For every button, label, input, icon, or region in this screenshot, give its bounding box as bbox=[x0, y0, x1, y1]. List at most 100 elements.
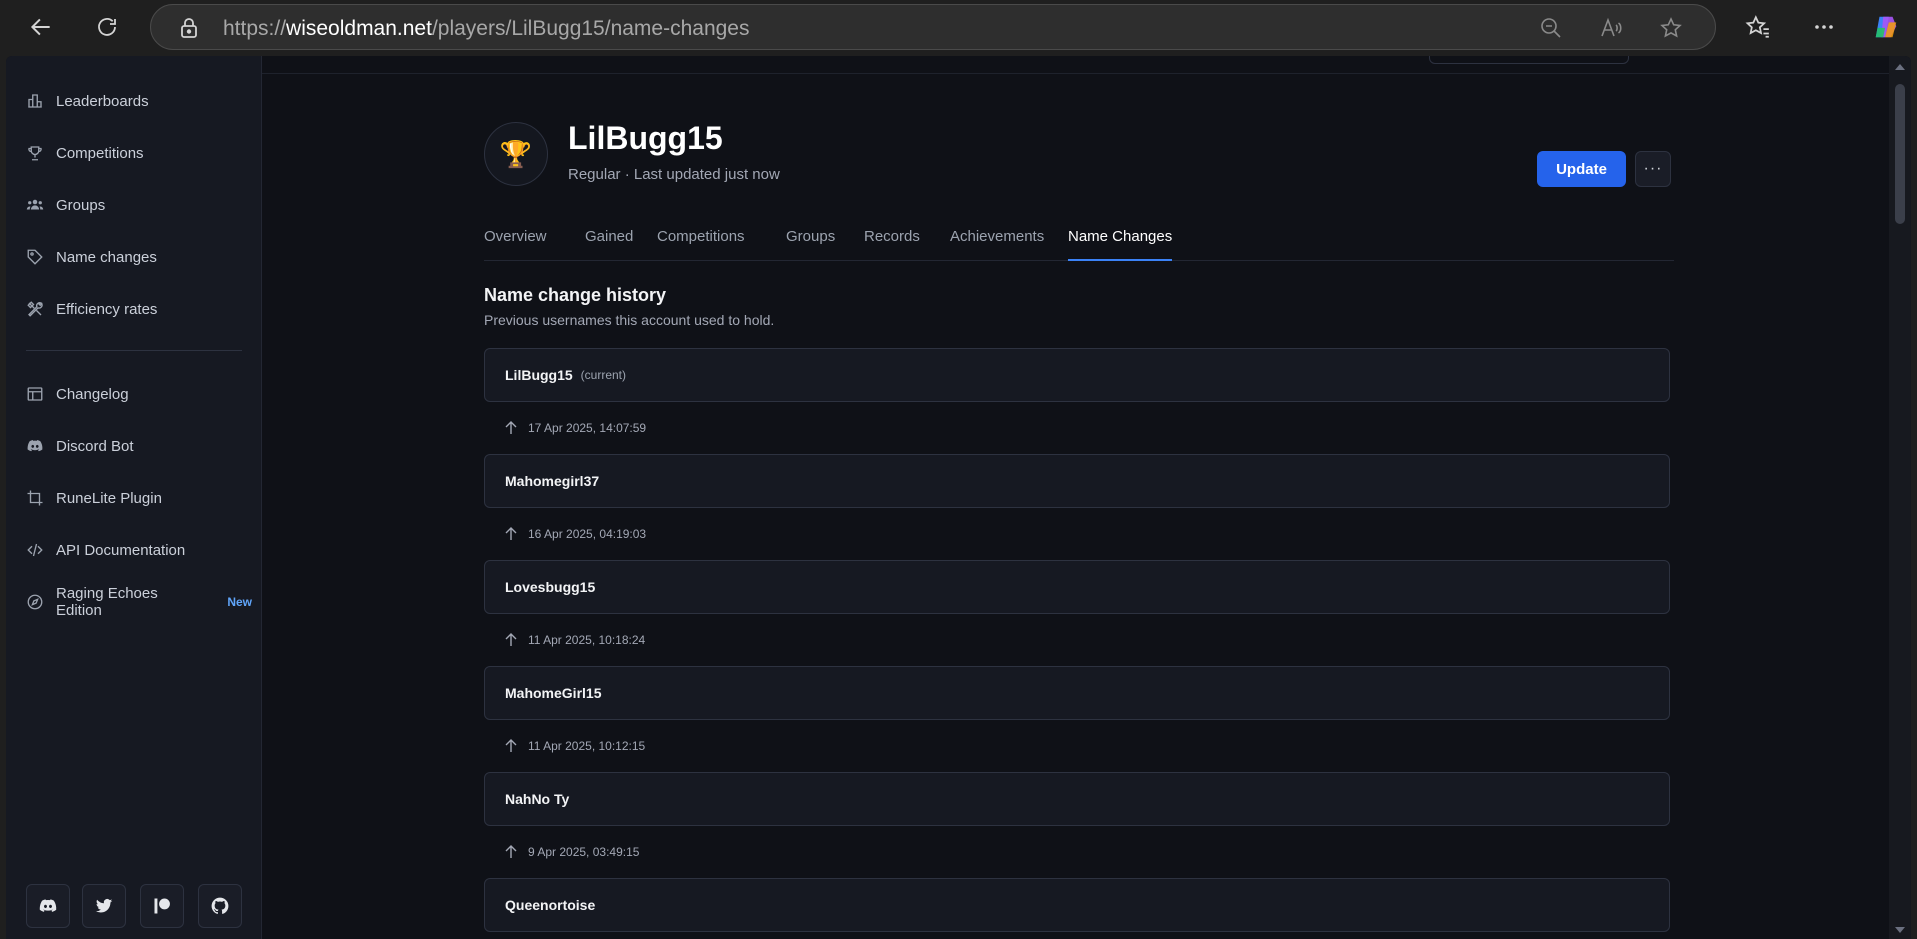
sidebar-item-label: Competitions bbox=[56, 144, 144, 162]
sidebar-item-raging-echoes-edition[interactable]: Raging Echoes Edition New bbox=[26, 585, 252, 619]
scroll-down-arrow-icon[interactable] bbox=[1889, 923, 1911, 937]
sidebar-item-label: API Documentation bbox=[56, 541, 186, 559]
sidebar-item-efficiency-rates[interactable]: Efficiency rates bbox=[26, 294, 252, 324]
username: NahNo Ty bbox=[505, 791, 570, 807]
more-options-icon[interactable] bbox=[1810, 13, 1838, 41]
sidebar-item-label: Changelog bbox=[56, 385, 129, 403]
update-button[interactable]: Update bbox=[1537, 151, 1626, 187]
top-header-strip bbox=[262, 56, 1911, 74]
sidebar-item-label: RuneLite Plugin bbox=[56, 489, 162, 507]
tag-icon bbox=[27, 249, 43, 265]
copilot-icon[interactable] bbox=[1872, 13, 1900, 41]
username: Lovesbugg15 bbox=[505, 579, 596, 595]
sidebar-item-label: Name changes bbox=[56, 248, 157, 266]
name-history-item: Queenortoise bbox=[484, 878, 1670, 932]
back-button[interactable] bbox=[24, 10, 58, 44]
discord-link[interactable] bbox=[26, 884, 70, 928]
sidebar-item-label: Raging Echoes Edition bbox=[56, 585, 158, 619]
tools-icon bbox=[27, 301, 43, 317]
name-history-item: Mahomegirl37 bbox=[484, 454, 1670, 508]
arrow-up-icon bbox=[505, 739, 517, 752]
name-history-item: NahNo Ty bbox=[484, 772, 1670, 826]
sidebar-item-changelog[interactable]: Changelog bbox=[26, 379, 252, 409]
arrow-up-icon bbox=[505, 633, 517, 646]
arrow-up-icon bbox=[505, 421, 517, 434]
profile-tabs: Overview Gained Competitions Groups Reco… bbox=[484, 228, 1674, 261]
arrow-up-icon bbox=[505, 527, 517, 540]
twitter-link[interactable] bbox=[82, 884, 126, 928]
scrollbar-thumb[interactable] bbox=[1895, 84, 1905, 224]
sidebar-item-leaderboards[interactable]: Leaderboards bbox=[26, 86, 252, 116]
current-tag: (current) bbox=[580, 368, 627, 382]
reload-icon bbox=[98, 18, 116, 36]
sidebar-item-competitions[interactable]: Competitions bbox=[26, 138, 252, 168]
scroll-up-arrow-icon[interactable] bbox=[1889, 60, 1911, 74]
favorite-star-icon[interactable] bbox=[1659, 16, 1683, 40]
twitter-icon bbox=[95, 898, 113, 913]
username: MahomeGirl15 bbox=[505, 685, 602, 701]
search-box-edge[interactable] bbox=[1429, 56, 1629, 64]
arrow-up-icon bbox=[505, 845, 517, 858]
sidebar-divider bbox=[26, 350, 242, 351]
section-title: Name change history bbox=[484, 285, 667, 305]
name-change-date: 11 Apr 2025, 10:12:15 bbox=[504, 736, 645, 756]
patreon-icon bbox=[154, 898, 170, 914]
browser-chrome: https://wiseoldman.net/players/LilBugg15… bbox=[0, 0, 1917, 54]
discord-icon bbox=[39, 899, 57, 912]
sidebar-item-label: Leaderboards bbox=[56, 92, 149, 110]
sidebar-item-name-changes[interactable]: Name changes bbox=[26, 242, 252, 272]
code-icon bbox=[27, 543, 43, 557]
name-history-item: Lovesbugg15 bbox=[484, 560, 1670, 614]
patreon-link[interactable] bbox=[140, 884, 184, 928]
sidebar: Leaderboards Competitions Groups Name ch… bbox=[6, 56, 262, 939]
more-actions-button[interactable]: ··· bbox=[1635, 151, 1671, 187]
discord-icon bbox=[27, 440, 43, 452]
name-change-date: 17 Apr 2025, 14:07:59 bbox=[504, 418, 646, 438]
new-badge: New bbox=[227, 595, 252, 609]
address-bar[interactable]: https://wiseoldman.net/players/LilBugg15… bbox=[150, 4, 1716, 50]
trophy-icon: 🏆 bbox=[499, 138, 533, 169]
name-change-date: 9 Apr 2025, 03:49:15 bbox=[504, 842, 639, 862]
player-name: LilBugg15 bbox=[568, 120, 723, 156]
reload-button[interactable] bbox=[90, 10, 124, 44]
name-history-item: MahomeGirl15 bbox=[484, 666, 1670, 720]
name-change-date: 11 Apr 2025, 10:18:24 bbox=[504, 630, 645, 650]
sidebar-item-label: Groups bbox=[56, 196, 106, 214]
username: Mahomegirl37 bbox=[505, 473, 600, 489]
tab-achievements[interactable]: Achievements bbox=[950, 228, 1044, 261]
github-link[interactable] bbox=[198, 884, 242, 928]
tab-name-changes[interactable]: Name Changes bbox=[1068, 228, 1173, 261]
zoom-out-icon[interactable] bbox=[1539, 16, 1563, 40]
trophy-icon bbox=[28, 146, 42, 161]
crop-icon bbox=[27, 490, 43, 506]
tab-records[interactable]: Records bbox=[864, 228, 920, 261]
tab-competitions[interactable]: Competitions bbox=[657, 228, 745, 261]
name-history-item: LilBugg15 (current) bbox=[484, 348, 1670, 402]
sidebar-item-label: Efficiency rates bbox=[56, 300, 158, 318]
player-avatar: 🏆 bbox=[484, 122, 548, 186]
sidebar-item-discord-bot[interactable]: Discord Bot bbox=[26, 431, 252, 461]
users-icon bbox=[26, 199, 44, 210]
arrow-left-icon bbox=[30, 18, 50, 36]
tab-overview[interactable]: Overview bbox=[484, 228, 547, 261]
name-change-date: 16 Apr 2025, 04:19:03 bbox=[504, 524, 646, 544]
page-viewport: Leaderboards Competitions Groups Name ch… bbox=[6, 56, 1911, 939]
bar-chart-icon bbox=[28, 94, 42, 108]
ellipsis-icon: ··· bbox=[1643, 160, 1663, 177]
tab-gained[interactable]: Gained bbox=[585, 228, 633, 261]
player-subtitle: Regular · Last updated just now bbox=[568, 166, 780, 183]
sidebar-item-api-documentation[interactable]: API Documentation bbox=[26, 535, 252, 565]
sidebar-item-runelite-plugin[interactable]: RuneLite Plugin bbox=[26, 483, 252, 513]
tab-groups[interactable]: Groups bbox=[786, 228, 835, 261]
username: LilBugg15 bbox=[505, 367, 573, 383]
compass-icon bbox=[27, 594, 43, 610]
username: Queenortoise bbox=[505, 897, 596, 913]
layout-icon bbox=[27, 387, 43, 401]
scrollbar[interactable] bbox=[1889, 56, 1911, 939]
sidebar-item-label: Discord Bot bbox=[56, 437, 134, 455]
section-subtitle: Previous usernames this account used to … bbox=[484, 312, 775, 328]
sidebar-item-groups[interactable]: Groups bbox=[26, 190, 252, 220]
lock-icon bbox=[179, 17, 199, 44]
read-aloud-icon[interactable] bbox=[1599, 16, 1623, 40]
favorites-icon[interactable] bbox=[1744, 13, 1772, 41]
